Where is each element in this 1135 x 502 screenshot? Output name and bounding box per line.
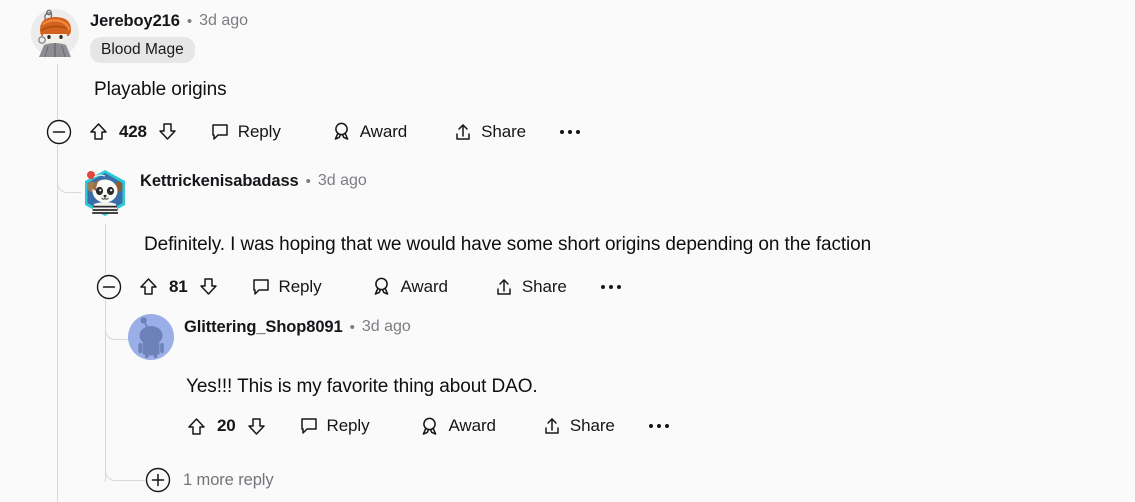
more-options-button[interactable] <box>647 420 671 432</box>
reply-label: Reply <box>237 121 281 141</box>
collapse-comment-button[interactable] <box>46 118 72 145</box>
share-icon <box>497 278 511 295</box>
comment-header: Glittering_Shop8091 • 3d ago <box>128 314 1128 360</box>
ellipsis-dot <box>600 284 605 289</box>
vote-group: 428 <box>88 121 178 142</box>
share-button[interactable]: Share <box>453 122 526 142</box>
username-link[interactable]: Kettrickenisabadass <box>140 173 299 190</box>
comment-timestamp: 3d ago <box>199 12 249 30</box>
comment-header: Jereboy216 • 3d ago Blood Mage <box>30 8 1130 63</box>
downvote-icon[interactable] <box>157 121 178 142</box>
username-link[interactable]: Glittering_Shop8091 <box>184 319 343 336</box>
award-rosette-icon <box>375 277 389 295</box>
award-label: Award <box>400 276 448 296</box>
comment-actions: 428 Reply Award Share <box>46 118 1130 145</box>
reply-button[interactable]: Reply <box>251 277 322 297</box>
comment-meta: Jereboy216 • 3d ago Blood Mage <box>90 8 248 63</box>
avatar-kettrickenisabadass[interactable] <box>80 168 130 218</box>
plus-circle-icon[interactable] <box>145 467 171 493</box>
name-row: Kettrickenisabadass • 3d ago <box>140 173 367 190</box>
award-label: Award <box>448 416 496 436</box>
award-button[interactable]: Award <box>331 121 407 142</box>
name-row: Jereboy216 • 3d ago <box>90 13 248 30</box>
award-button[interactable]: Award <box>371 276 448 297</box>
vote-count: 81 <box>169 276 188 296</box>
name-row: Glittering_Shop8091 • 3d ago <box>184 319 411 336</box>
comment-bubble-icon <box>212 123 228 140</box>
comment-actions: 20 Reply Award Share <box>186 416 1128 437</box>
more-replies-button[interactable]: 1 more reply <box>145 467 274 493</box>
comment-bubble-icon <box>300 418 317 434</box>
reply-label: Reply <box>278 276 322 296</box>
thread-connector-level-1-to-2 <box>57 175 81 193</box>
comment-body: Definitely. I was hoping that we would h… <box>144 234 872 255</box>
comment-level-2: Kettrickenisabadass • 3d ago Definitely.… <box>80 168 1130 300</box>
reply-label: Reply <box>326 416 370 436</box>
upvote-icon[interactable] <box>186 416 207 437</box>
comment-timestamp: 3d ago <box>317 172 367 190</box>
thread-connector-level-2-to-3 <box>105 322 129 340</box>
more-options-button[interactable] <box>599 281 623 293</box>
meta-separator: • <box>349 318 355 336</box>
ellipsis-dot <box>608 284 613 289</box>
share-label: Share <box>521 276 567 296</box>
comment-thread: Jereboy216 • 3d ago Blood Mage Playable … <box>0 0 1135 502</box>
ellipsis-dot <box>648 424 653 429</box>
comment-timestamp: 3d ago <box>361 318 411 336</box>
reply-button[interactable]: Reply <box>210 122 281 142</box>
award-rosette-icon <box>334 122 349 140</box>
ellipsis-dot <box>576 129 580 134</box>
share-label: Share <box>481 121 526 141</box>
more-options-button[interactable] <box>558 126 582 138</box>
more-replies-label: 1 more reply <box>183 470 274 489</box>
comment-header: Kettrickenisabadass • 3d ago <box>80 168 1130 218</box>
share-label: Share <box>569 416 615 436</box>
ellipsis-dot <box>664 424 669 429</box>
downvote-icon[interactable] <box>246 416 267 437</box>
upvote-icon[interactable] <box>138 276 159 297</box>
vote-count: 428 <box>119 121 147 141</box>
reply-button[interactable]: Reply <box>299 416 370 436</box>
ellipsis-dot <box>656 424 661 429</box>
award-rosette-icon <box>423 417 437 435</box>
comment-actions: 81 Reply Award Share <box>96 273 1130 300</box>
vote-count: 20 <box>217 416 236 436</box>
ellipsis-dot <box>568 129 572 134</box>
ellipsis-dot <box>616 284 621 289</box>
comment-meta: Kettrickenisabadass • 3d ago <box>140 168 367 190</box>
avatar-glittering-shop8091[interactable] <box>128 314 174 360</box>
comment-body: Playable origins <box>94 78 227 100</box>
collapse-comment-button[interactable] <box>96 273 122 300</box>
avatar-jereboy216[interactable] <box>30 8 80 58</box>
comment-level-3: Glittering_Shop8091 • 3d ago Yes!!! This… <box>128 314 1128 437</box>
meta-separator: • <box>305 172 311 190</box>
vote-group: 81 <box>138 276 219 297</box>
award-button[interactable]: Award <box>419 416 496 437</box>
award-label: Award <box>359 121 408 141</box>
comment-body: Yes!!! This is my favorite thing about D… <box>186 376 538 397</box>
downvote-icon[interactable] <box>198 276 219 297</box>
share-icon <box>456 123 470 140</box>
share-button[interactable]: Share <box>542 416 615 436</box>
vote-group: 20 <box>186 416 267 437</box>
meta-separator: • <box>186 12 193 30</box>
comment-level-1: Jereboy216 • 3d ago Blood Mage Playable … <box>30 8 1130 145</box>
comment-bubble-icon <box>252 278 269 295</box>
ellipsis-dot <box>560 129 564 134</box>
upvote-icon[interactable] <box>88 121 109 142</box>
comment-meta: Glittering_Shop8091 • 3d ago <box>184 314 411 336</box>
username-link[interactable]: Jereboy216 <box>90 13 180 30</box>
thread-connector-more-replies <box>105 462 145 481</box>
share-icon <box>545 418 559 434</box>
user-flair-badge: Blood Mage <box>90 36 195 63</box>
share-button[interactable]: Share <box>494 277 567 297</box>
